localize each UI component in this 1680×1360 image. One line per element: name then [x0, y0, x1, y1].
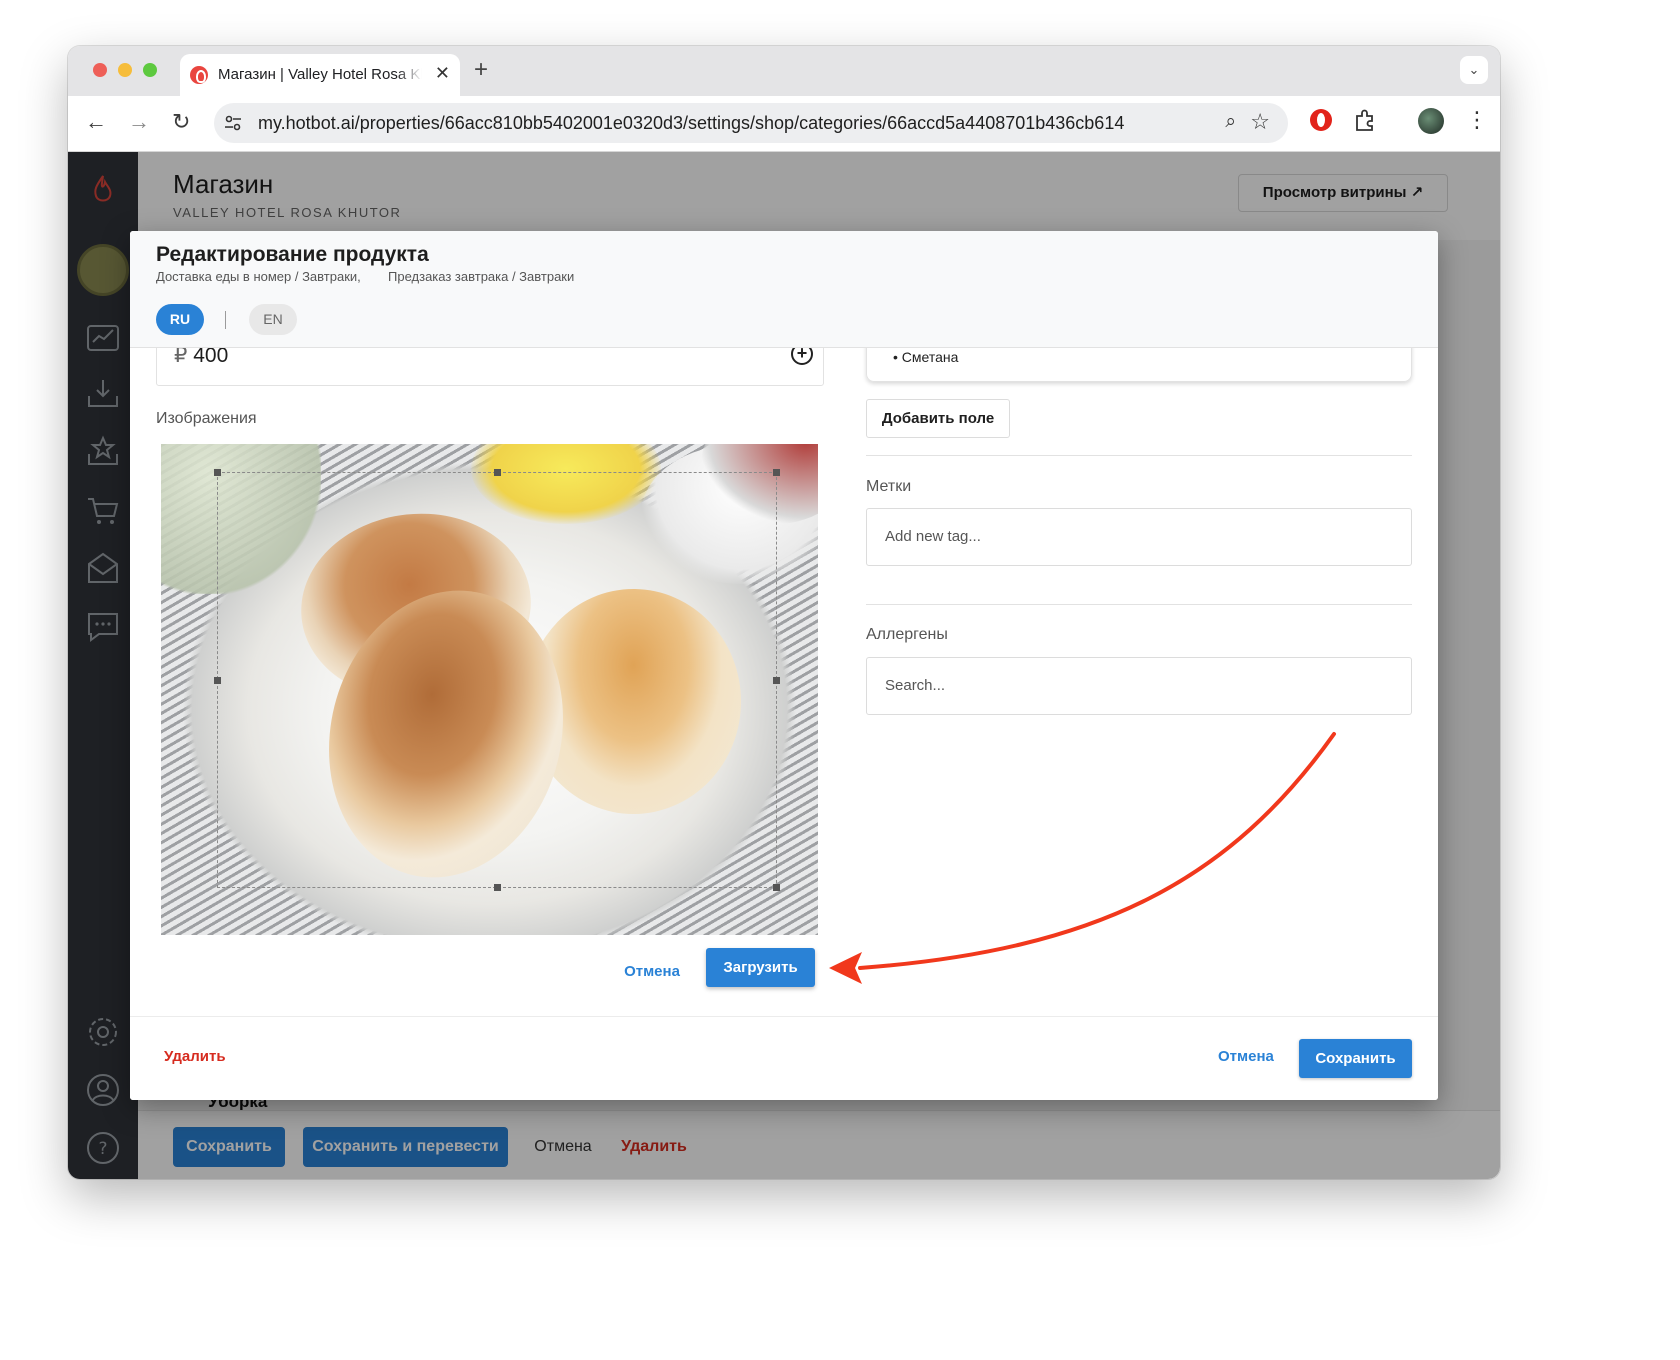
- site-settings-icon[interactable]: [224, 114, 242, 132]
- back-arrow-icon[interactable]: ←: [85, 109, 107, 135]
- crop-handle[interactable]: [773, 884, 780, 891]
- tab-title: Магазин | Valley Hotel Rosa Khutor: [218, 66, 422, 83]
- category-breadcrumb: Предзаказ завтрака / Завтраки: [388, 269, 575, 284]
- forward-arrow-icon[interactable]: →: [128, 109, 150, 135]
- category-breadcrumb: Доставка еды в номер / Завтраки,: [156, 269, 361, 284]
- section-divider: [866, 455, 1412, 456]
- sidebar-dim: [68, 152, 138, 1179]
- browser-window: Магазин | Valley Hotel Rosa Khutor ✕ + ⌄…: [68, 46, 1500, 1179]
- allergens-label: Аллергены: [866, 626, 948, 643]
- language-tab-ru[interactable]: RU: [156, 304, 204, 335]
- edit-product-modal: Редактирование продукта Доставка еды в н…: [130, 231, 1438, 1100]
- extensions-puzzle-icon[interactable]: [1352, 107, 1378, 133]
- crop-handle[interactable]: [214, 469, 221, 476]
- tags-input[interactable]: Add new tag...: [866, 508, 1412, 566]
- sidebar: ?: [68, 152, 138, 1179]
- tags-placeholder: Add new tag...: [885, 528, 981, 545]
- reload-icon[interactable]: ↻: [172, 109, 190, 135]
- add-field-button[interactable]: Добавить поле: [866, 399, 1010, 438]
- modal-title: Редактирование продукта: [156, 243, 429, 266]
- bookmark-star-icon[interactable]: ☆: [1250, 109, 1270, 135]
- minimize-window-button[interactable]: [118, 63, 132, 77]
- allergens-search-input[interactable]: Search...: [866, 657, 1412, 715]
- upload-image-button[interactable]: Загрузить: [706, 948, 815, 987]
- ingredients-list: • Сметана: [866, 348, 1412, 382]
- modal-header: Редактирование продукта Доставка еды в н…: [130, 231, 1438, 348]
- opera-extension-icon[interactable]: [1308, 107, 1334, 133]
- price-value: ₽ 400: [174, 348, 228, 368]
- modal-cancel-button[interactable]: Отмена: [1218, 1048, 1274, 1065]
- app-area: ? Магазин VALLEY HOTEL ROSA KHUTOR Просм…: [68, 152, 1500, 1179]
- browser-toolbar: ← → ↻ my.hotbot.ai/properties/66acc810bb…: [68, 96, 1500, 152]
- hotbot-favicon-icon: [190, 66, 208, 84]
- allergens-placeholder: Search...: [885, 677, 946, 694]
- tab-search-chevron-icon[interactable]: ⌄: [1460, 56, 1488, 84]
- url-text[interactable]: my.hotbot.ai/properties/66acc810bb540200…: [258, 113, 1124, 134]
- price-amount: 400: [193, 348, 229, 367]
- tab-strip: Магазин | Valley Hotel Rosa Khutor ✕ + ⌄: [68, 46, 1500, 96]
- new-tab-button[interactable]: +: [474, 56, 488, 84]
- crop-handle[interactable]: [214, 677, 221, 684]
- add-price-icon[interactable]: +: [791, 348, 813, 365]
- language-tab-en[interactable]: EN: [249, 304, 297, 335]
- ingredient-item: • Сметана: [893, 349, 959, 365]
- images-label: Изображения: [156, 410, 257, 427]
- modal-body: ₽ 400 + Изображения Отмена Загрузить • С…: [130, 348, 1438, 1016]
- tab-close-icon[interactable]: ✕: [435, 63, 450, 84]
- profile-avatar[interactable]: [1418, 108, 1444, 134]
- image-cropper[interactable]: [161, 444, 818, 935]
- crop-handle[interactable]: [773, 677, 780, 684]
- address-bar[interactable]: my.hotbot.ai/properties/66acc810bb540200…: [214, 103, 1288, 143]
- modal-footer: Удалить Отмена Сохранить: [130, 1016, 1438, 1100]
- crop-handle[interactable]: [494, 469, 501, 476]
- delete-product-button[interactable]: Удалить: [164, 1048, 226, 1065]
- crop-handle[interactable]: [494, 884, 501, 891]
- close-window-button[interactable]: [93, 63, 107, 77]
- section-divider: [866, 604, 1412, 605]
- crop-handle[interactable]: [773, 469, 780, 476]
- zoom-icon[interactable]: ⌕: [1225, 111, 1236, 133]
- maximize-window-button[interactable]: [143, 63, 157, 77]
- currency-symbol: ₽: [174, 348, 188, 367]
- price-field[interactable]: ₽ 400 +: [156, 348, 824, 386]
- crop-cancel-button[interactable]: Отмена: [610, 953, 694, 991]
- language-divider: [225, 311, 226, 329]
- modal-save-button[interactable]: Сохранить: [1299, 1039, 1412, 1078]
- browser-menu-icon[interactable]: ⋮: [1466, 107, 1488, 133]
- tags-label: Метки: [866, 478, 912, 495]
- browser-tab[interactable]: Магазин | Valley Hotel Rosa Khutor ✕: [180, 54, 460, 96]
- crop-area[interactable]: [214, 469, 780, 891]
